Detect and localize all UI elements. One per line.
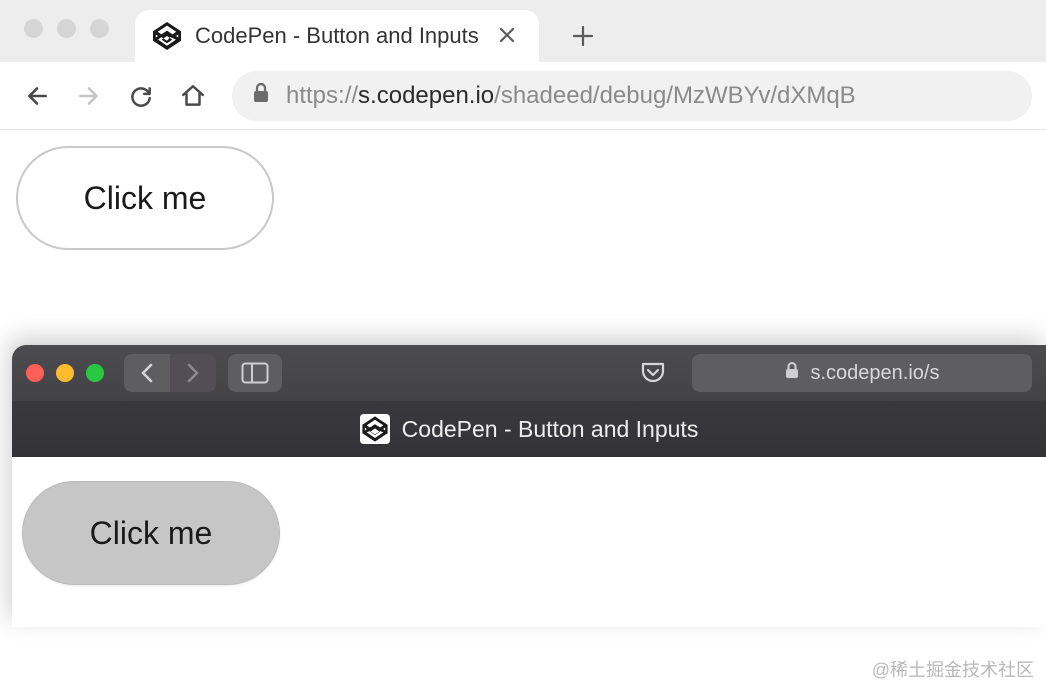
window-close-button[interactable] (24, 19, 43, 38)
window-minimize-button[interactable] (57, 19, 76, 38)
forward-button[interactable] (66, 73, 112, 119)
chrome-window-controls (14, 19, 109, 62)
sidebar-button[interactable] (228, 354, 282, 392)
reload-button[interactable] (118, 73, 164, 119)
pocket-button[interactable] (626, 354, 680, 392)
safari-title-bar: CodePen - Button and Inputs (12, 401, 1046, 457)
url-text: https://s.codepen.io/shadeed/debug/MzWBY… (286, 82, 856, 110)
chrome-browser-window: CodePen - Button and Inputs https://s (0, 0, 1046, 266)
safari-page-title: CodePen - Button and Inputs (402, 416, 699, 443)
new-tab-button[interactable] (563, 16, 603, 56)
safari-browser-window: s.codepen.io/s CodePen - Button and Inpu… (12, 345, 1046, 627)
chrome-toolbar: https://s.codepen.io/shadeed/debug/MzWBY… (0, 62, 1046, 130)
safari-toolbar: s.codepen.io/s (12, 345, 1046, 401)
safari-nav-buttons (124, 354, 216, 392)
safari-url-text: s.codepen.io/s (811, 362, 940, 385)
lock-icon (785, 362, 799, 385)
window-minimize-button[interactable] (56, 364, 74, 382)
chrome-page-content: Click me (0, 130, 1046, 266)
address-bar[interactable]: https://s.codepen.io/shadeed/debug/MzWBY… (232, 71, 1032, 121)
watermark-text: @稀土掘金技术社区 (872, 656, 1034, 682)
back-button[interactable] (124, 354, 170, 392)
back-button[interactable] (14, 73, 60, 119)
browser-tab[interactable]: CodePen - Button and Inputs (135, 10, 539, 62)
click-me-button[interactable]: Click me (16, 146, 274, 250)
codepen-icon (153, 22, 181, 50)
window-close-button[interactable] (26, 364, 44, 382)
chrome-tab-strip: CodePen - Button and Inputs (0, 0, 1046, 62)
click-me-button[interactable]: Click me (22, 481, 280, 585)
codepen-icon (360, 414, 390, 444)
window-zoom-button[interactable] (86, 364, 104, 382)
forward-button[interactable] (170, 354, 216, 392)
safari-window-controls (26, 364, 104, 382)
tab-title: CodePen - Button and Inputs (195, 23, 479, 49)
lock-icon (252, 82, 270, 110)
safari-page-content: Click me (12, 457, 1046, 627)
window-zoom-button[interactable] (90, 19, 109, 38)
close-tab-button[interactable] (493, 21, 521, 51)
home-button[interactable] (170, 73, 216, 119)
safari-address-bar[interactable]: s.codepen.io/s (692, 354, 1032, 392)
